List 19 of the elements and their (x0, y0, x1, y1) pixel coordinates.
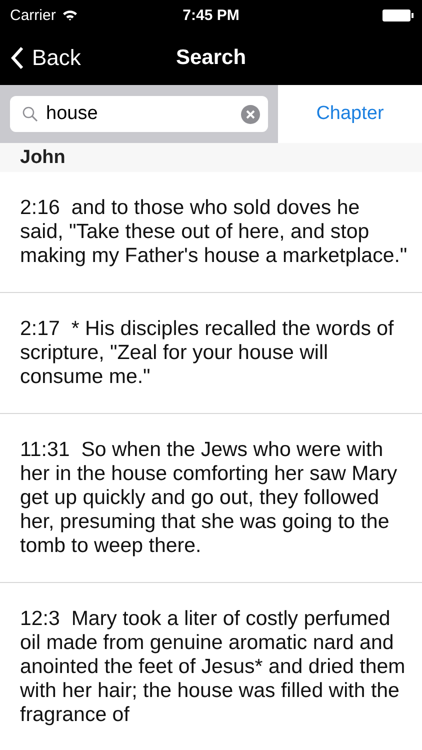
carrier-name: Carrier (10, 6, 56, 24)
nav-title: Search (176, 46, 246, 70)
verse-row[interactable]: 2:17 * His disciples recalled the words of scripture, "Zeal for your house will consume me." (0, 293, 422, 414)
verse-row[interactable]: 12:3 Mary took a liter of costly perfumed oil made from genuine aromatic nard and anointed the feet of Jesus* and dried them with her hair; the house was filled with the fragrance of (0, 583, 422, 750)
section-title: John (20, 146, 66, 168)
verse-row[interactable]: 11:31 So when the Jews who were with her in the house comforting her saw Mary get up quickly and go out, they followed her, presuming that she was going to the tomb to weep there. (0, 414, 422, 583)
back-button[interactable]: Back (0, 44, 81, 70)
search-field[interactable]: house (10, 96, 268, 132)
search-icon (22, 106, 38, 122)
clear-icon[interactable] (241, 104, 260, 124)
verse-text: 11:31 So when the Jews who were with her in the house comforting her saw Mary get up quickly and go out, they followed her, presuming that she was going to the tomb to weep there. (20, 438, 398, 558)
verse-text: 2:16 and to those who sold doves he said, "Take these out of here, and stop making my Father's house a marketplace." (20, 196, 408, 268)
battery-icon (382, 8, 414, 22)
wifi-icon (62, 9, 78, 21)
verse-row[interactable]: 2:16 and to those who sold doves he said, "Take these out of here, and stop making my Father's house a marketplace." (0, 172, 422, 293)
status-time: 7:45 PM (182, 6, 240, 24)
verse-text: 12:3 Mary took a liter of costly perfumed oil made from genuine aromatic nard and anointed the feet of Jesus* and dried them with her hair; the house was filled with the fragrance of (20, 607, 406, 727)
verse-text: 2:17 * His disciples recalled the words of scripture, "Zeal for your house will consume me." (20, 317, 395, 389)
chevron-left-icon (10, 46, 24, 70)
